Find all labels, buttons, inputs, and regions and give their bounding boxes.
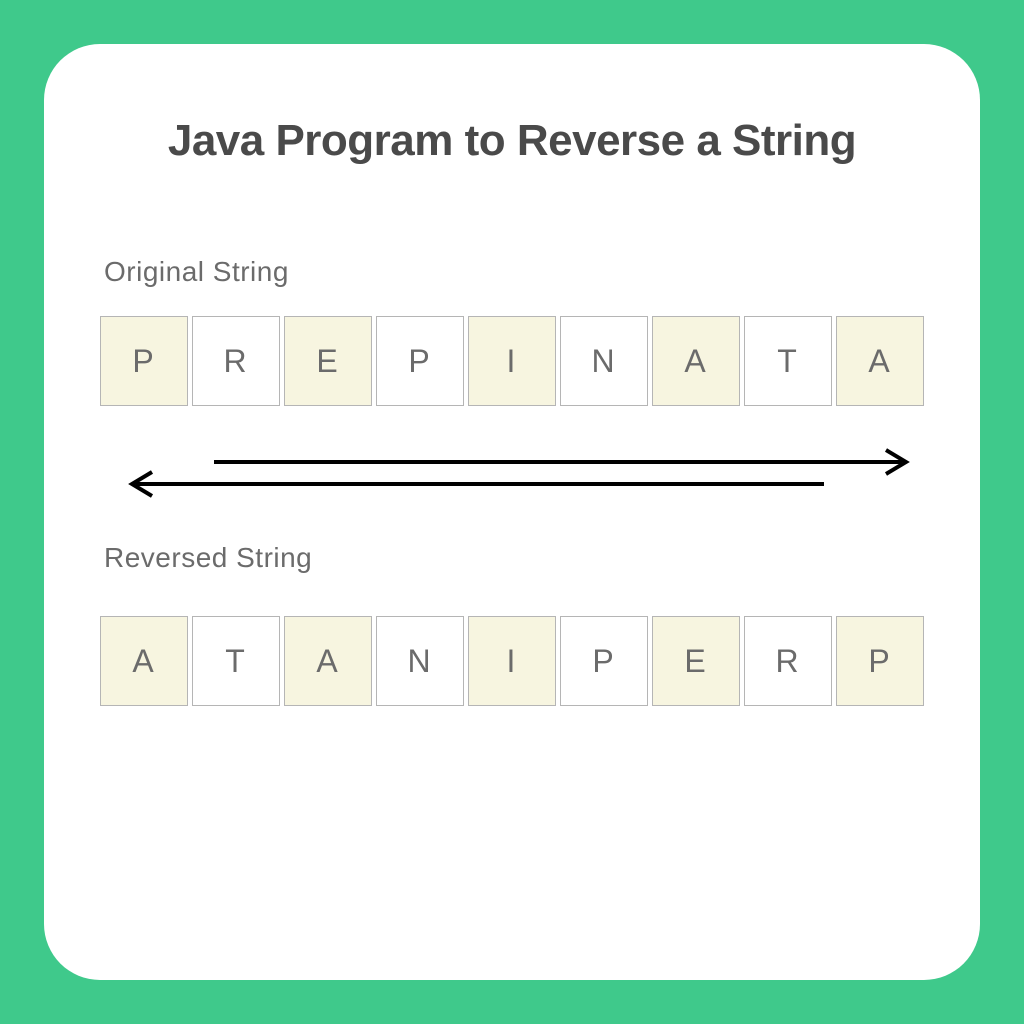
char-cell: N: [560, 316, 648, 406]
diagram-card: Java Program to Reverse a String Origina…: [44, 44, 980, 980]
reversed-string-row: A T A N I P E R P: [100, 616, 924, 706]
swap-arrows-icon: [100, 444, 924, 504]
char-cell: P: [376, 316, 464, 406]
char-cell: A: [100, 616, 188, 706]
char-cell: R: [744, 616, 832, 706]
char-cell: E: [652, 616, 740, 706]
char-cell: N: [376, 616, 464, 706]
char-cell: I: [468, 316, 556, 406]
char-cell: P: [100, 316, 188, 406]
char-cell: T: [192, 616, 280, 706]
char-cell: A: [836, 316, 924, 406]
char-cell: T: [744, 316, 832, 406]
reversed-label: Reversed String: [104, 542, 924, 574]
char-cell: I: [468, 616, 556, 706]
page-title: Java Program to Reverse a String: [100, 116, 924, 166]
char-cell: R: [192, 316, 280, 406]
original-string-row: P R E P I N A T A: [100, 316, 924, 406]
original-label: Original String: [104, 256, 924, 288]
char-cell: P: [560, 616, 648, 706]
char-cell: P: [836, 616, 924, 706]
char-cell: E: [284, 316, 372, 406]
char-cell: A: [652, 316, 740, 406]
char-cell: A: [284, 616, 372, 706]
